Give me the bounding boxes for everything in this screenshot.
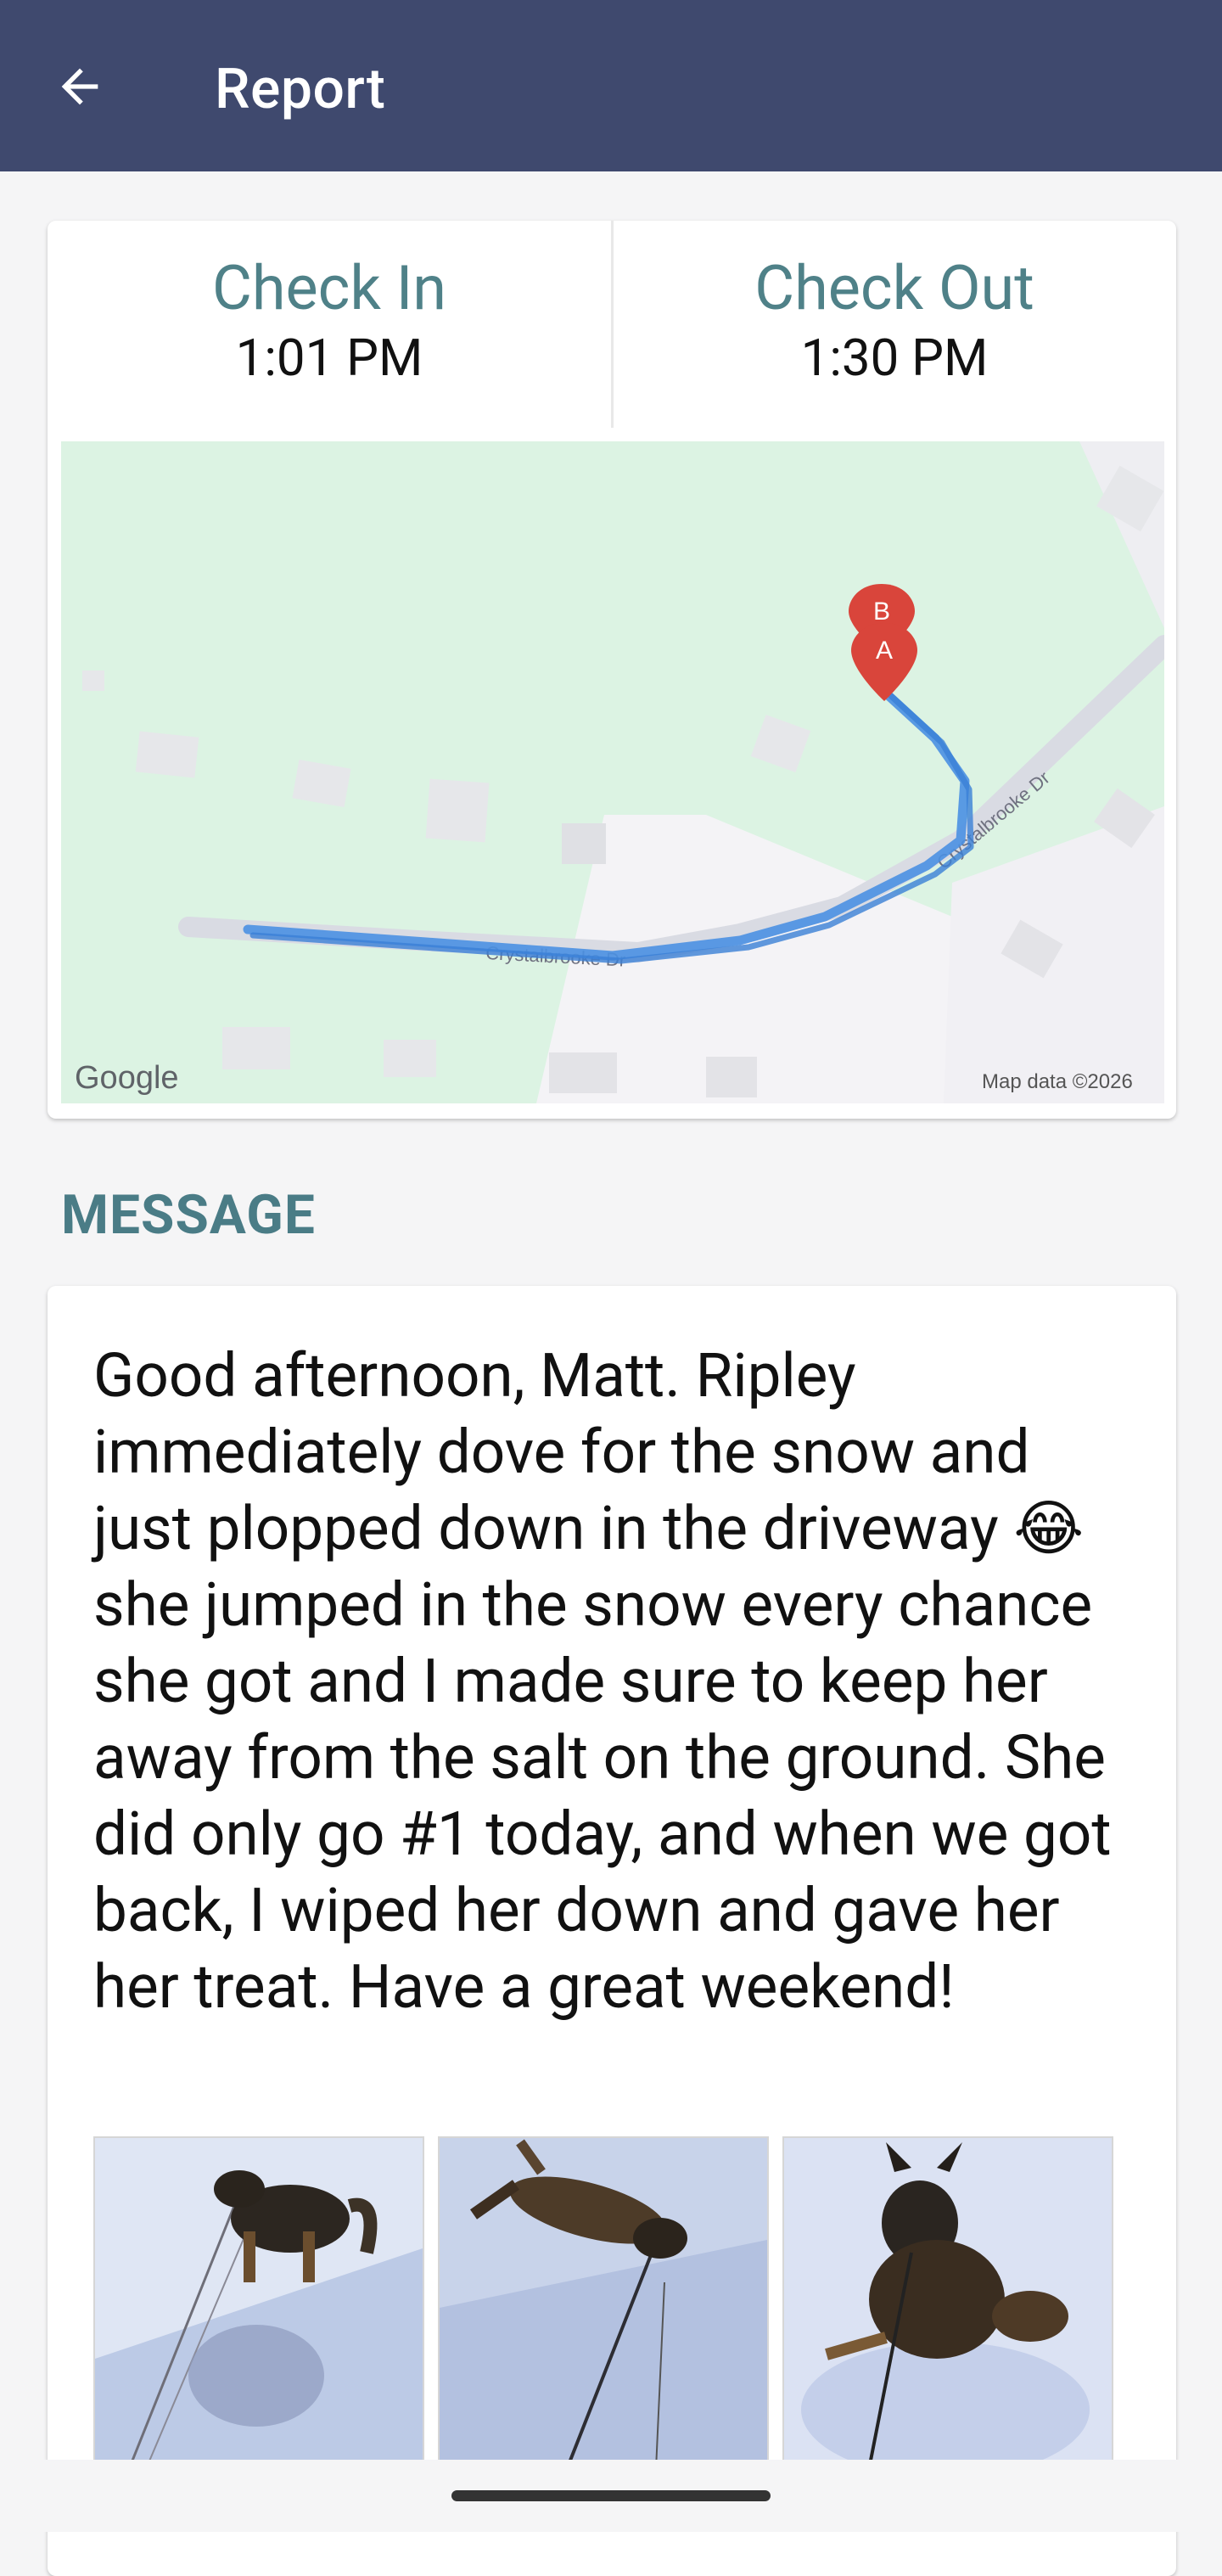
check-in-section: Check In 1:01 PM	[48, 221, 611, 428]
visit-summary-card: Check In 1:01 PM Check Out 1:30 PM Cryst…	[48, 221, 1176, 1119]
dog-lying-in-snow-photo[interactable]	[438, 2136, 769, 2471]
walk-route-map[interactable]: Crystalbrooke Dr Crystalbrooke Dr B A Go…	[61, 441, 1164, 1103]
message-card: Good afternoon, Matt. Ripley immediately…	[48, 1286, 1176, 2576]
dog-standing-in-snow-photo[interactable]	[93, 2136, 424, 2471]
building	[425, 778, 490, 843]
building	[750, 714, 811, 773]
message-text: Good afternoon, Matt. Ripley immediately…	[93, 1341, 1112, 2023]
page-title: Report	[215, 57, 386, 122]
check-in-time: 1:01 PM	[235, 328, 423, 388]
system-navigation-bar	[0, 2460, 1222, 2532]
home-gesture-handle[interactable]	[451, 2490, 771, 2501]
photo-strip	[93, 2136, 1146, 2471]
back-button[interactable]	[48, 54, 112, 119]
map-attribution[interactable]: Map data ©2026	[982, 1070, 1133, 1093]
google-logo: Google	[75, 1060, 179, 1096]
arrow-left-icon	[61, 68, 98, 105]
check-out-section: Check Out 1:30 PM	[613, 221, 1176, 428]
building	[384, 1040, 436, 1077]
building	[222, 1027, 290, 1069]
marker-a-icon[interactable]: A	[851, 623, 917, 701]
svg-text:A: A	[876, 637, 893, 665]
check-out-time: 1:30 PM	[800, 328, 989, 388]
building	[549, 1052, 617, 1093]
dog-sitting-in-snow-photo[interactable]	[782, 2136, 1113, 2471]
building	[82, 671, 104, 691]
building	[292, 759, 351, 808]
message-section-label: MESSAGE	[61, 1183, 316, 1247]
building	[706, 1057, 757, 1097]
svg-text:B: B	[873, 598, 890, 626]
check-in-label: Check In	[211, 252, 447, 324]
building	[135, 731, 199, 778]
building	[562, 823, 606, 864]
app-bar: Report	[0, 0, 1222, 171]
check-out-label: Check Out	[754, 252, 1034, 324]
